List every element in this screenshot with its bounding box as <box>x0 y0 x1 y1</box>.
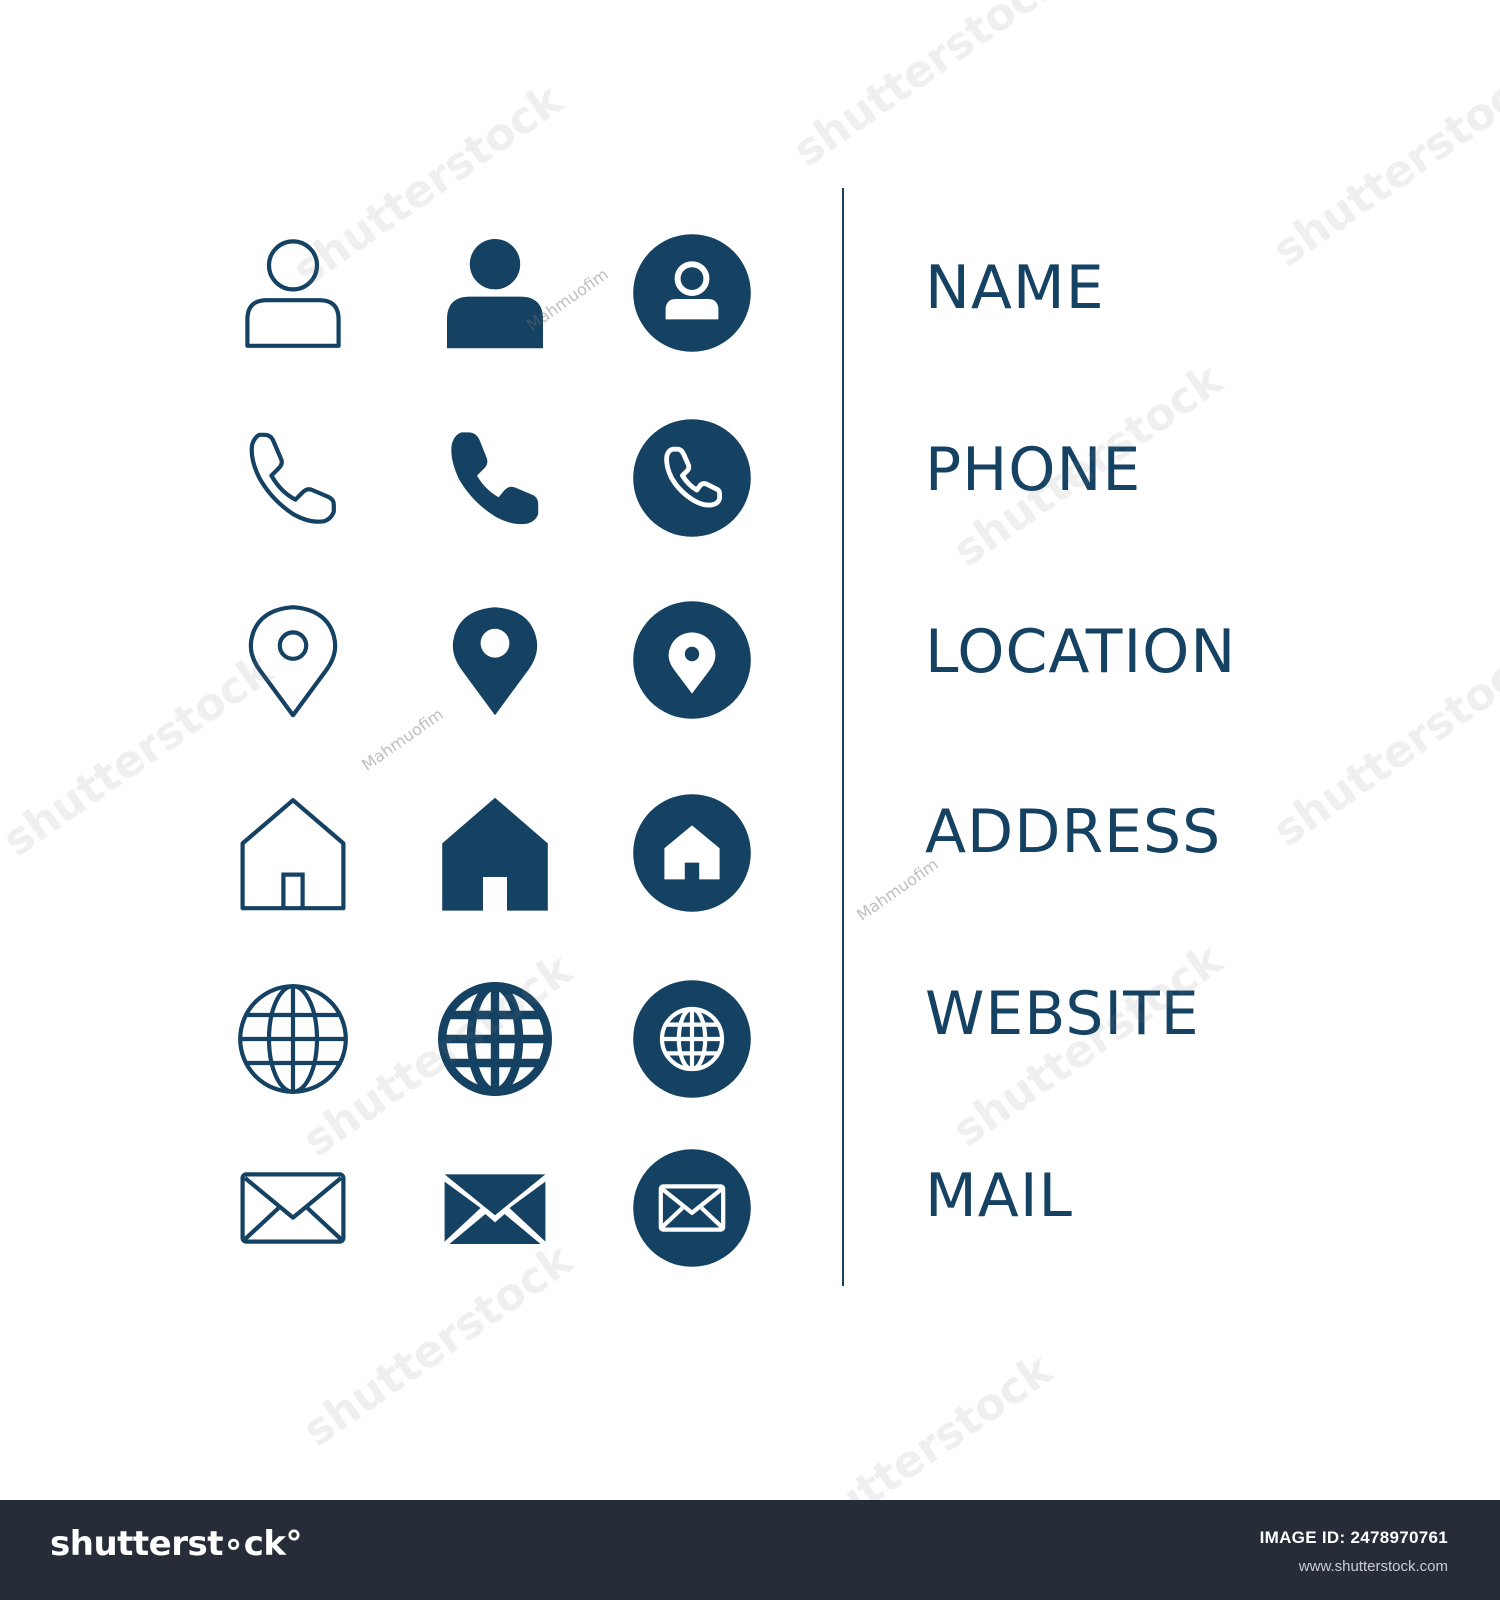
location-pin-filled-icon <box>435 600 555 720</box>
home-filled-icon <box>435 793 555 913</box>
envelope-outline-icon <box>233 1148 353 1268</box>
label-website: WEBSITE <box>925 979 1200 1049</box>
person-circle-icon <box>632 233 752 353</box>
envelope-circle-icon <box>632 1148 752 1268</box>
envelope-filled-icon <box>435 1148 555 1268</box>
home-outline-icon <box>233 793 353 913</box>
author-watermark: Mahmuofim <box>358 704 447 775</box>
location-pin-outline-icon <box>233 600 353 720</box>
stock-watermark: shutterstock <box>1263 634 1500 857</box>
footer-bar: shutterst∘ck° IMAGE ID: 2478970761 www.s… <box>0 1500 1500 1600</box>
vertical-divider <box>842 188 844 1286</box>
phone-outline-icon <box>233 418 353 538</box>
globe-circle-icon <box>632 979 752 1099</box>
label-address: ADDRESS <box>925 797 1222 867</box>
person-outline-icon <box>233 233 353 353</box>
shutterstock-logo: shutterst∘ck° <box>50 1524 303 1564</box>
home-circle-icon <box>632 793 752 913</box>
label-mail: MAIL <box>925 1161 1073 1231</box>
icon-sheet: NAME PHONE LOCATION ADDRESS WEBSITE MAIL… <box>0 0 1500 1567</box>
phone-circle-icon <box>632 418 752 538</box>
label-phone: PHONE <box>925 435 1142 505</box>
label-name: NAME <box>925 253 1105 323</box>
image-id: IMAGE ID: 2478970761 <box>1259 1528 1448 1547</box>
stock-watermark: shutterstock <box>1263 54 1500 277</box>
person-filled-icon <box>435 233 555 353</box>
globe-outline-icon <box>233 979 353 1099</box>
stock-watermark: shutterstock <box>783 0 1072 177</box>
phone-filled-icon <box>435 418 555 538</box>
site-url: www.shutterstock.com <box>1298 1558 1448 1575</box>
label-location: LOCATION <box>925 617 1237 687</box>
location-pin-circle-icon <box>632 600 752 720</box>
globe-filled-icon <box>435 979 555 1099</box>
